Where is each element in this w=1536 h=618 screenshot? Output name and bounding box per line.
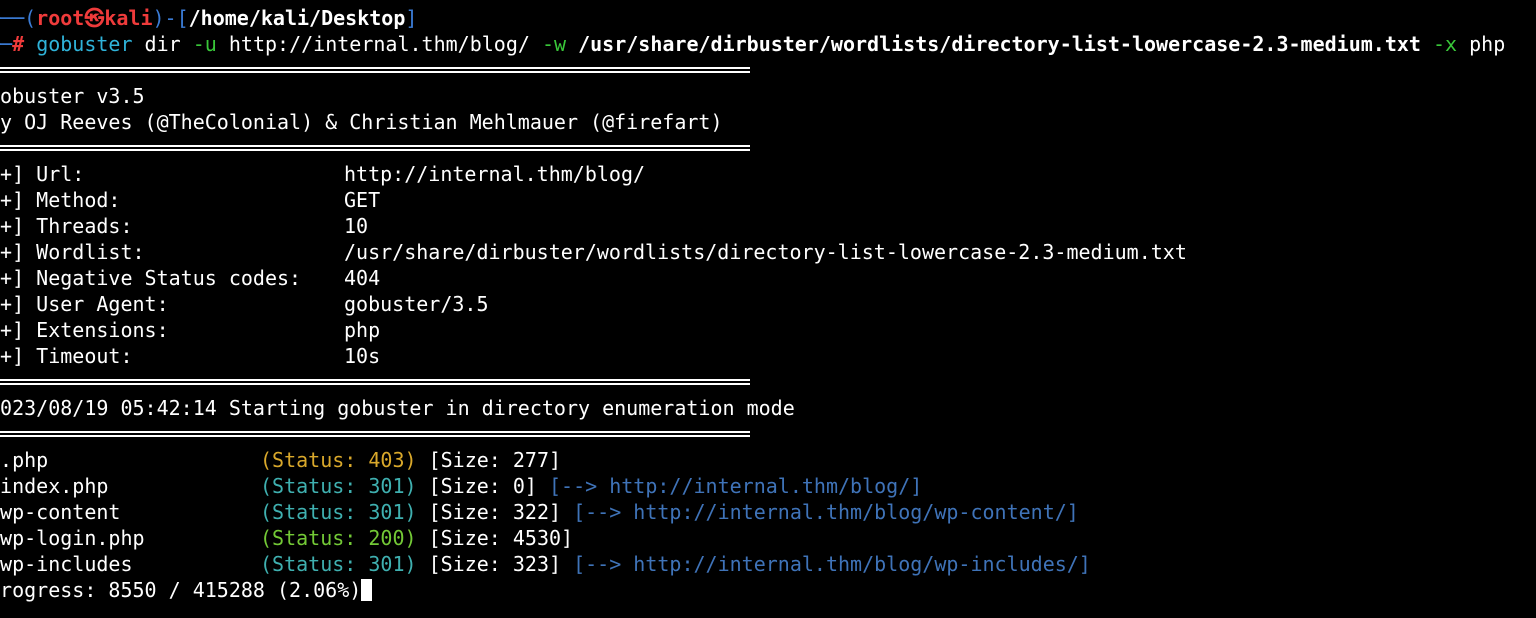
banner-authors: by OJ Reeves (@TheColonial) & Christian … bbox=[0, 110, 723, 134]
result-row: /wp-includes (Status: 301) [Size: 323] [-… bbox=[0, 551, 1536, 577]
config-value: gobuster/3.5 bbox=[344, 292, 489, 316]
command-name: gobuster bbox=[36, 32, 133, 56]
result-status: (Status: 301) bbox=[260, 500, 417, 524]
start-message: 2023/08/19 05:42:14 Starting gobuster in… bbox=[0, 396, 795, 420]
prompt-frame-right: ] bbox=[405, 6, 418, 30]
config-row-extensions: [+] Extensions: php bbox=[0, 317, 1536, 343]
result-redirect-link[interactable]: [--> http://internal.thm/blog/wp-include… bbox=[561, 552, 1091, 576]
config-value: php bbox=[344, 318, 381, 342]
progress-text: Progress: 8550 / 415288 (2.06%) bbox=[0, 578, 362, 602]
config-row-timeout: [+] Timeout: 10s bbox=[0, 343, 1536, 369]
prompt-frame-mid: )-[ bbox=[152, 6, 189, 30]
config-key: [+] Wordlist: bbox=[0, 240, 145, 264]
result-row: /wp-content (Status: 301) [Size: 322] [--… bbox=[0, 499, 1536, 525]
result-path: /wp-login.php bbox=[0, 526, 145, 550]
config-value: /usr/share/dirbuster/wordlists/directory… bbox=[344, 240, 1187, 264]
result-path: /wp-content bbox=[0, 500, 121, 524]
command-ext-arg: php bbox=[1457, 32, 1506, 56]
result-size: [Size: 322] bbox=[416, 500, 562, 524]
command-flag-u: -u bbox=[192, 32, 217, 56]
result-path: /index.php bbox=[0, 474, 109, 498]
result-row: /index.php (Status: 301) [Size: 0] [--> h… bbox=[0, 473, 1536, 499]
config-key: [+] Threads: bbox=[0, 214, 133, 238]
config-row-method: [+] Method: GET bbox=[0, 187, 1536, 213]
config-row-negative-status: [+] Negative Status codes: 404 bbox=[0, 265, 1536, 291]
result-redirect-link[interactable]: [--> http://internal.thm/blog/] bbox=[537, 474, 922, 498]
result-status: (Status: 403) bbox=[260, 448, 417, 472]
command-url-arg: http://internal.thm/blog/ bbox=[216, 32, 542, 56]
command-wordlist-arg: /usr/share/dirbuster/wordlists/directory… bbox=[566, 32, 1433, 56]
text-cursor bbox=[361, 579, 373, 601]
result-status: (Status: 200) bbox=[260, 526, 417, 550]
config-row-url: [+] Url: http://internal.thm/blog/ bbox=[0, 161, 1536, 187]
terminal-window[interactable]: { "prompt": { "line1_prefix": "┌──(", "u… bbox=[0, 0, 1536, 618]
banner-title: Gobuster v3.5 bbox=[0, 84, 145, 108]
result-status: (Status: 301) bbox=[260, 474, 417, 498]
config-row-user-agent: [+] User Agent: gobuster/3.5 bbox=[0, 291, 1536, 317]
config-value: 404 bbox=[344, 266, 381, 290]
prompt-frame-left: ┌──( bbox=[0, 6, 37, 30]
separator bbox=[0, 57, 1536, 83]
config-key: [+] Extensions: bbox=[0, 318, 169, 342]
prompt-frame-bottom: └─ bbox=[0, 32, 13, 56]
prompt-header-line: ┌──(root㉿kali)-[/home/kali/Desktop] bbox=[0, 5, 1536, 31]
result-size: [Size: 323] bbox=[416, 552, 562, 576]
terminal-output: ┌──(root㉿kali)-[/home/kali/Desktop] └─# … bbox=[0, 5, 1536, 603]
config-value: GET bbox=[344, 188, 381, 212]
prompt-hash: # bbox=[12, 32, 25, 56]
command-flag-x: -x bbox=[1432, 32, 1458, 56]
command-flag-w: -w bbox=[541, 32, 567, 56]
prompt-user: root bbox=[36, 6, 85, 30]
separator bbox=[0, 421, 1536, 447]
command-subcommand: dir bbox=[132, 32, 193, 56]
result-size: [Size: 277] bbox=[416, 448, 562, 472]
result-status: (Status: 301) bbox=[260, 552, 417, 576]
config-key: [+] Negative Status codes: bbox=[0, 266, 302, 290]
prompt-path: /home/kali/Desktop bbox=[188, 6, 406, 30]
result-row: /wp-login.php (Status: 200) [Size: 4530] bbox=[0, 525, 1536, 551]
separator bbox=[0, 135, 1536, 161]
result-redirect-link[interactable]: [--> http://internal.thm/blog/wp-content… bbox=[561, 500, 1079, 524]
result-path: /wp-includes bbox=[0, 552, 133, 576]
prompt-at-symbol: ㉿ bbox=[84, 6, 105, 30]
config-key: [+] Method: bbox=[0, 188, 121, 212]
config-key: [+] Timeout: bbox=[0, 344, 133, 368]
prompt-host: kali bbox=[104, 6, 153, 30]
config-key: [+] Url: bbox=[0, 162, 85, 186]
config-row-wordlist: [+] Wordlist: /usr/share/dirbuster/wordli… bbox=[0, 239, 1536, 265]
result-size: [Size: 0] bbox=[416, 474, 537, 498]
result-path: /.php bbox=[0, 448, 49, 472]
config-value: 10s bbox=[344, 344, 381, 368]
progress-line: Progress: 8550 / 415288 (2.06%) bbox=[0, 577, 1536, 603]
config-value: http://internal.thm/blog/ bbox=[344, 162, 646, 186]
config-value: 10 bbox=[344, 214, 369, 238]
result-row: /.php (Status: 403) [Size: 277] bbox=[0, 447, 1536, 473]
config-key: [+] User Agent: bbox=[0, 292, 169, 316]
command-line[interactable]: └─# gobuster dir -u http://internal.thm/… bbox=[0, 31, 1536, 57]
result-size: [Size: 4530] bbox=[416, 526, 574, 550]
separator bbox=[0, 369, 1536, 395]
config-row-threads: [+] Threads: 10 bbox=[0, 213, 1536, 239]
